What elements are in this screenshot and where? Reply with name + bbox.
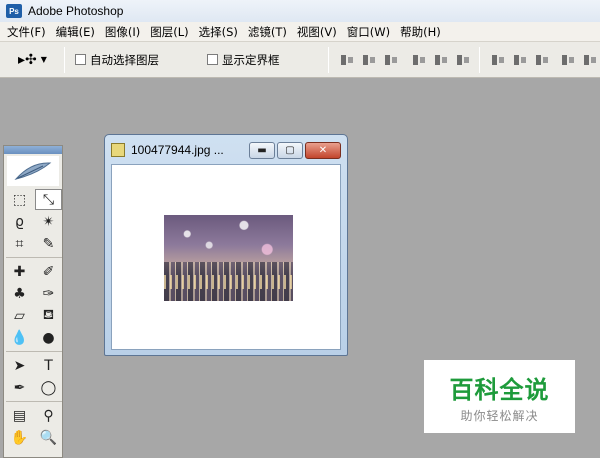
checkbox-box bbox=[207, 54, 218, 65]
crop-tool-icon[interactable]: ⌗ bbox=[6, 233, 33, 254]
distribute-bottom-icon[interactable] bbox=[534, 53, 550, 67]
city-night-photo bbox=[164, 215, 293, 301]
hand-tool-icon[interactable]: ✋ bbox=[6, 427, 33, 448]
eraser-tool-icon[interactable]: ▱ bbox=[6, 305, 33, 326]
align-right-icon[interactable] bbox=[455, 53, 471, 67]
watermark-subtitle: 助你轻松解决 bbox=[460, 408, 539, 423]
toolbox-divider bbox=[6, 257, 62, 258]
menu-file[interactable]: 文件(F) bbox=[2, 24, 51, 40]
menu-help[interactable]: 帮助(H) bbox=[395, 24, 446, 40]
show-bounds-label: 显示定界框 bbox=[222, 52, 280, 67]
align-hcenter-icon[interactable] bbox=[433, 53, 449, 67]
menu-filter[interactable]: 滤镜(T) bbox=[243, 24, 292, 40]
maximize-button[interactable]: ▢ bbox=[277, 142, 303, 159]
type-tool-icon[interactable]: T bbox=[35, 355, 62, 376]
dodge-tool-icon[interactable]: ● bbox=[35, 327, 62, 348]
pen-tool-icon[interactable]: ✒ bbox=[6, 377, 33, 398]
eyedropper-tool-icon[interactable]: ⚲ bbox=[35, 405, 62, 426]
toolbox-panel: ⬚ ⤡ ϱ ✴ ⌗ ✎ ✚ ✐ ♣ ✑ ▱ ⛾ 💧 ● ➤ T ✒ ◯ ▤ ⚲ ✋ 🔍 bbox=[3, 145, 63, 458]
jpeg-file-icon bbox=[111, 143, 125, 157]
distribute-buttons-group bbox=[490, 53, 598, 67]
menu-window[interactable]: 窗口(W) bbox=[342, 24, 395, 40]
distribute-top-icon[interactable] bbox=[490, 53, 506, 67]
healing-brush-tool-icon[interactable]: ✚ bbox=[6, 261, 33, 282]
distribute-vcenter-icon[interactable] bbox=[512, 53, 528, 67]
move-tool-icon[interactable]: ⤡ bbox=[35, 189, 62, 210]
notes-tool-icon[interactable]: ▤ bbox=[6, 405, 33, 426]
align-left-icon[interactable] bbox=[411, 53, 427, 67]
ellipse-tool-icon[interactable]: ◯ bbox=[35, 377, 62, 398]
align-bottom-icon[interactable] bbox=[383, 53, 399, 67]
align-buttons-group bbox=[339, 53, 471, 67]
path-selection-tool-icon[interactable]: ➤ bbox=[6, 355, 33, 376]
photo-lights bbox=[164, 275, 293, 289]
auto-select-layer-checkbox[interactable]: 自动选择图层 bbox=[75, 52, 159, 68]
checkbox-box bbox=[75, 54, 86, 65]
menu-image[interactable]: 图像(I) bbox=[100, 24, 145, 40]
tool-options-bar: ▸✣ ▼ 自动选择图层 显示定界框 bbox=[0, 42, 600, 78]
magic-wand-tool-icon[interactable]: ✴ bbox=[35, 211, 62, 232]
blur-tool-icon[interactable]: 💧 bbox=[6, 327, 33, 348]
marquee-tool-icon[interactable]: ⬚ bbox=[6, 189, 33, 210]
toolbar-divider bbox=[327, 46, 329, 73]
brush-tool-icon[interactable]: ✐ bbox=[35, 261, 62, 282]
distribute-left-icon[interactable] bbox=[560, 53, 576, 67]
menu-layer[interactable]: 图层(L) bbox=[145, 24, 193, 40]
close-button[interactable]: ✕ bbox=[305, 142, 341, 159]
menu-select[interactable]: 选择(S) bbox=[194, 24, 243, 40]
slice-tool-icon[interactable]: ✎ bbox=[35, 233, 62, 254]
document-title: 100477944.jpg ... bbox=[131, 143, 224, 157]
zoom-tool-icon[interactable]: 🔍 bbox=[35, 427, 62, 448]
menu-bar: 文件(F) 编辑(E) 图像(I) 图层(L) 选择(S) 滤镜(T) 视图(V… bbox=[0, 22, 600, 42]
show-bounds-checkbox[interactable]: 显示定界框 bbox=[207, 52, 280, 68]
toolbar-divider bbox=[64, 46, 65, 73]
lasso-tool-icon[interactable]: ϱ bbox=[6, 211, 33, 232]
minimize-button[interactable]: ▬ bbox=[249, 142, 275, 159]
menu-view[interactable]: 视图(V) bbox=[292, 24, 342, 40]
app-titlebar: Ps Adobe Photoshop bbox=[0, 0, 600, 22]
photoshop-app-icon: Ps bbox=[6, 4, 22, 18]
watermark-title: 百科全说 bbox=[449, 375, 550, 404]
app-title: Adobe Photoshop bbox=[28, 4, 124, 18]
chevron-down-icon: ▼ bbox=[40, 55, 47, 64]
document-window[interactable]: 100477944.jpg ... ▬ ▢ ✕ bbox=[104, 134, 348, 356]
history-brush-tool-icon[interactable]: ✑ bbox=[35, 283, 62, 304]
toolbox-divider bbox=[6, 351, 62, 352]
clone-stamp-tool-icon[interactable]: ♣ bbox=[6, 283, 33, 304]
auto-select-label: 自动选择图层 bbox=[90, 52, 159, 67]
document-canvas[interactable] bbox=[111, 164, 341, 350]
toolbox-divider bbox=[6, 401, 62, 402]
align-vcenter-icon[interactable] bbox=[361, 53, 377, 67]
baike-watermark: 百科全说 助你轻松解决 bbox=[424, 360, 575, 433]
align-top-icon[interactable] bbox=[339, 53, 355, 67]
paint-bucket-tool-icon[interactable]: ⛾ bbox=[35, 305, 62, 326]
toolbox-titlebar[interactable] bbox=[4, 146, 62, 154]
tool-grid: ⬚ ⤡ ϱ ✴ ⌗ ✎ ✚ ✐ ♣ ✑ ▱ ⛾ 💧 ● ➤ T ✒ ◯ ▤ ⚲ ✋ 🔍 bbox=[4, 188, 62, 449]
toolbar-divider bbox=[478, 46, 480, 73]
distribute-hcenter-icon[interactable] bbox=[582, 53, 598, 67]
feather-icon bbox=[14, 162, 52, 180]
window-controls: ▬ ▢ ✕ bbox=[249, 142, 341, 159]
menu-edit[interactable]: 编辑(E) bbox=[51, 24, 100, 40]
document-titlebar[interactable]: 100477944.jpg ... bbox=[111, 141, 224, 159]
tool-preset-picker[interactable]: ▸✣ ▼ bbox=[18, 52, 58, 68]
adobe-feather-logo[interactable] bbox=[7, 156, 59, 186]
move-tool-icon: ▸✣ bbox=[18, 51, 37, 68]
